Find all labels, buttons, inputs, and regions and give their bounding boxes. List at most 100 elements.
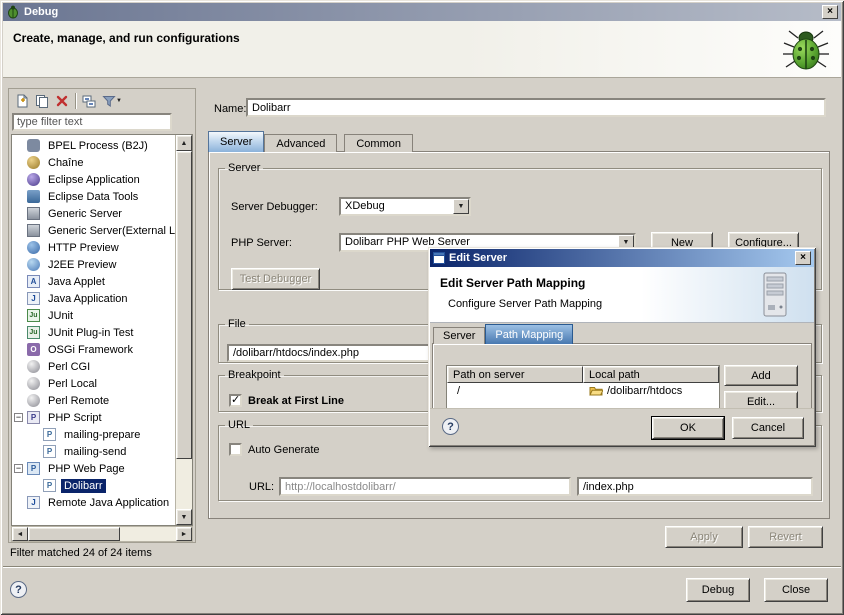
tree-item-label: Chaîne <box>45 156 86 170</box>
collapse-expander-icon[interactable]: − <box>14 413 23 422</box>
delete-configuration-icon[interactable] <box>52 91 72 111</box>
tree-item[interactable]: Dolibarr <box>12 477 175 494</box>
window-titlebar[interactable]: Debug × <box>3 3 841 21</box>
dialog-titlebar[interactable]: Edit Server × <box>430 249 814 267</box>
filter-status-text: Filter matched 24 of 24 items <box>10 547 152 559</box>
tab-server[interactable]: Server <box>208 131 264 152</box>
junit-plugin-icon <box>27 326 40 339</box>
tree-item[interactable]: Eclipse Application <box>12 171 175 188</box>
php-server-label: PHP Server: <box>231 237 292 249</box>
close-button[interactable]: Close <box>764 578 828 602</box>
toolbar-separator <box>75 93 76 109</box>
dialog-help-icon[interactable]: ? <box>442 418 459 435</box>
column-header-path-on-server[interactable]: Path on server <box>447 366 583 383</box>
eclipse-app-icon <box>27 173 40 186</box>
tree-item[interactable]: HTTP Preview <box>12 239 175 256</box>
vertical-scroll-thumb[interactable] <box>176 151 192 459</box>
dialog-window-icon <box>433 252 445 264</box>
tree-horizontal-scrollbar[interactable]: ◄ ► <box>11 526 193 542</box>
perl-icon <box>27 377 40 390</box>
php-file-icon <box>43 428 56 441</box>
tree-item[interactable]: Remote Java Application <box>12 494 175 511</box>
tree-item[interactable]: Perl Remote <box>12 392 175 409</box>
tree-item[interactable]: Java Applet <box>12 273 175 290</box>
scroll-up-icon[interactable]: ▲ <box>176 135 192 151</box>
osgi-icon <box>27 343 40 356</box>
vertical-scroll-track[interactable] <box>176 151 192 509</box>
horizontal-scroll-track[interactable] <box>28 527 176 541</box>
scroll-down-icon[interactable]: ▼ <box>176 509 192 525</box>
help-icon[interactable]: ? <box>10 581 27 598</box>
debug-configurations-window: Debug × Create, manage, and run configur… <box>0 0 844 615</box>
debug-button[interactable]: Debug <box>686 578 750 602</box>
edit-server-dialog: Edit Server × Edit Server Path Mapping C… <box>428 247 816 447</box>
tree-item[interactable]: − PHP Web Page <box>12 460 175 477</box>
configurations-toolbar: ▼ <box>9 89 195 113</box>
tree-vertical-scrollbar[interactable]: ▲ ▼ <box>175 135 192 525</box>
tree-item-label: JUnit Plug-in Test <box>45 326 136 340</box>
revert-button[interactable]: Revert <box>748 526 823 548</box>
tree-item[interactable]: Eclipse Data Tools <box>12 188 175 205</box>
header-banner: Create, manage, and run configurations <box>3 21 841 78</box>
tree-item-label: PHP Web Page <box>45 462 128 476</box>
tree-item-label: Perl Local <box>45 377 100 391</box>
dialog-tab-server[interactable]: Server <box>433 327 485 344</box>
apply-button[interactable]: Apply <box>665 526 743 548</box>
tree-item[interactable]: Perl CGI <box>12 358 175 375</box>
dialog-button-bar: ? OK Cancel <box>430 409 814 445</box>
server-debugger-select[interactable]: XDebug ▼ <box>339 197 471 216</box>
scroll-left-icon[interactable]: ◄ <box>12 527 28 541</box>
tree-item[interactable]: JUnit Plug-in Test <box>12 324 175 341</box>
tree-item[interactable]: Chaîne <box>12 154 175 171</box>
duplicate-configuration-icon[interactable] <box>32 91 52 111</box>
url-base-input: http://localhostdolibarr/ <box>279 477 571 496</box>
j2ee-preview-icon <box>27 258 40 271</box>
auto-generate-checkbox[interactable] <box>229 443 242 456</box>
tab-advanced[interactable]: Advanced <box>264 134 337 152</box>
break-first-line-checkbox[interactable]: ✓ <box>229 394 242 407</box>
generic-server-icon <box>27 207 40 220</box>
tree-item[interactable]: Generic Server(External La <box>12 222 175 239</box>
tree-item[interactable]: mailing-prepare <box>12 426 175 443</box>
close-icon[interactable]: × <box>822 5 838 19</box>
column-header-local-path[interactable]: Local path <box>583 366 719 383</box>
collapse-expander-icon[interactable]: − <box>14 464 23 473</box>
scroll-right-icon[interactable]: ► <box>176 527 192 541</box>
server-debugger-label: Server Debugger: <box>231 201 318 213</box>
local-path-text: /dolibarr/htdocs <box>607 385 682 397</box>
config-tree: BPEL Process (B2J) ChaîneEclipse Applicat… <box>12 135 175 525</box>
dialog-title: Edit Server <box>449 252 795 264</box>
tree-item-label: Dolibarr <box>61 479 106 493</box>
tree-item[interactable]: BPEL Process (B2J) <box>12 137 175 154</box>
collapse-all-icon[interactable] <box>79 91 99 111</box>
tree-item[interactable]: OSGi Framework <box>12 341 175 358</box>
url-path-input[interactable]: /index.php <box>577 477 813 496</box>
tree-item[interactable]: JUnit <box>12 307 175 324</box>
tab-common[interactable]: Common <box>344 134 413 152</box>
junit-icon <box>27 309 40 322</box>
new-configuration-icon[interactable] <box>12 91 32 111</box>
tree-item[interactable]: mailing-send <box>12 443 175 460</box>
add-mapping-button[interactable]: Add <box>724 365 798 386</box>
tree-item[interactable]: J2EE Preview <box>12 256 175 273</box>
mapping-table-row[interactable]: //dolibarr/htdocs <box>447 383 719 399</box>
tree-item-label: Generic Server(External La <box>45 224 175 238</box>
cancel-button[interactable]: Cancel <box>732 417 804 439</box>
filter-menu-chevron-icon[interactable]: ▼ <box>116 98 122 104</box>
test-debugger-button[interactable]: Test Debugger <box>231 268 320 290</box>
horizontal-scroll-thumb[interactable] <box>28 527 120 541</box>
dialog-close-icon[interactable]: × <box>795 251 811 265</box>
tree-item-label: OSGi Framework <box>45 343 136 357</box>
tree-item[interactable]: Generic Server <box>12 205 175 222</box>
tree-item[interactable]: Perl Local <box>12 375 175 392</box>
tree-item-label: Remote Java Application <box>45 496 172 510</box>
filter-input[interactable] <box>12 113 172 131</box>
chevron-down-icon[interactable]: ▼ <box>453 199 469 214</box>
php-file-icon <box>43 445 56 458</box>
tree-item-label: HTTP Preview <box>45 241 122 255</box>
tree-item[interactable]: Java Application <box>12 290 175 307</box>
name-input[interactable] <box>246 98 826 117</box>
tree-item[interactable]: −PHP Script <box>12 409 175 426</box>
ok-button[interactable]: OK <box>652 417 724 439</box>
dialog-tab-path-mapping[interactable]: Path Mapping <box>485 324 573 344</box>
